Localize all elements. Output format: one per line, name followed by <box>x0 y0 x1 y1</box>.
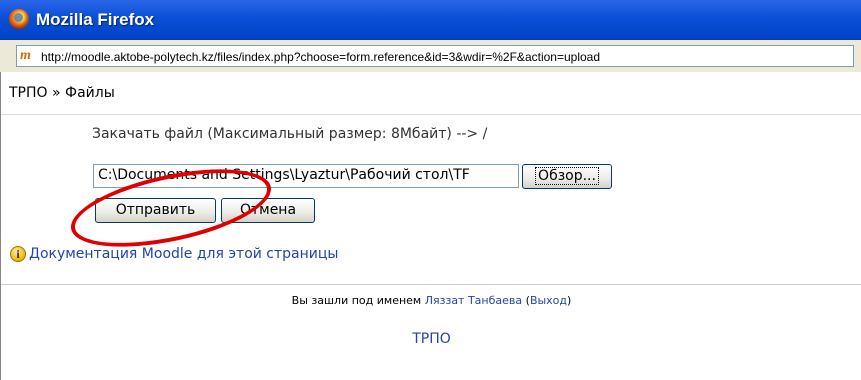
browse-button-label: Обзор... <box>535 167 599 185</box>
logout-close-paren: ) <box>567 294 572 307</box>
send-button[interactable]: Отправить <box>95 198 216 223</box>
course-home-link-wrap: ТРПО <box>1 331 861 347</box>
url-text[interactable]: http://moodle.aktobe-polytech.kz/files/i… <box>41 50 600 64</box>
file-path-input[interactable]: C:\Documents and Settings\Lyaztur\Рабочи… <box>93 164 519 188</box>
upload-label: Закачать файл (Максимальный размер: 8Мба… <box>92 126 488 142</box>
breadcrumb-course-link[interactable]: ТРПО <box>9 85 48 101</box>
footer-divider <box>1 284 861 285</box>
window-titlebar: Mozilla Firefox <box>0 0 861 40</box>
breadcrumb-current: Файлы <box>65 85 115 101</box>
breadcrumb-separator: » <box>52 85 61 101</box>
breadcrumb: ТРПО » Файлы <box>9 85 115 101</box>
user-profile-link[interactable]: Ляззат Танбаева <box>425 294 522 307</box>
info-icon: i <box>10 246 26 262</box>
address-bar: m http://moodle.aktobe-polytech.kz/files… <box>0 40 861 72</box>
header-divider <box>1 114 861 115</box>
course-home-link[interactable]: ТРПО <box>412 331 451 347</box>
login-info-prefix: Вы зашли под именем <box>291 294 422 307</box>
login-info: Вы зашли под именем Ляззат Танбаева (Вых… <box>1 294 861 307</box>
site-favicon-icon: m <box>20 48 31 63</box>
logout-link[interactable]: Выход <box>530 294 567 307</box>
browse-button[interactable]: Обзор... <box>522 164 612 189</box>
cancel-button[interactable]: Отмена <box>221 198 315 223</box>
page-content: ТРПО » Файлы Закачать файл (Максимальный… <box>0 72 861 380</box>
firefox-icon <box>9 9 29 29</box>
url-field[interactable]: m http://moodle.aktobe-polytech.kz/files… <box>16 45 854 67</box>
moodle-docs-link[interactable]: i Документация Moodle для этой страницы <box>10 246 338 262</box>
moodle-docs-link-label: Документация Moodle для этой страницы <box>29 246 339 262</box>
window-title: Mozilla Firefox <box>36 10 155 29</box>
